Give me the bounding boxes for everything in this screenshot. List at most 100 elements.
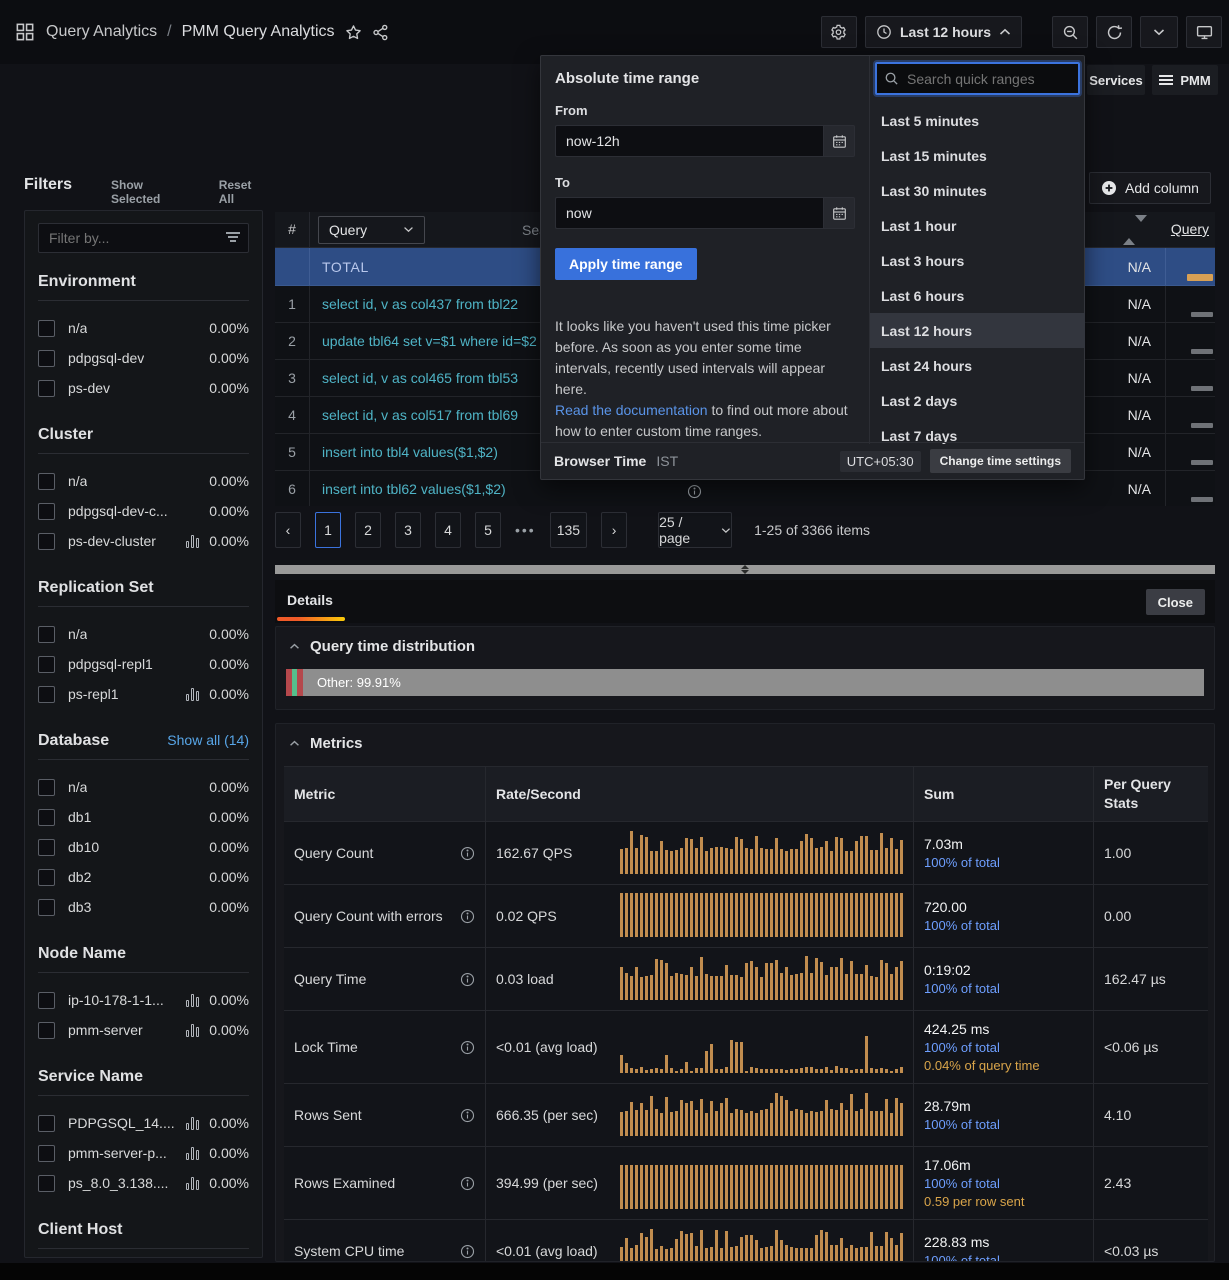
bar-chart-icon[interactable]: [186, 534, 199, 548]
filter-checkbox[interactable]: [38, 686, 55, 703]
change-time-settings-button[interactable]: Change time settings: [930, 449, 1071, 473]
utc-offset-badge: UTC+05:30: [840, 451, 921, 472]
apply-time-range-button[interactable]: Apply time range: [555, 248, 697, 280]
quick-range-option[interactable]: Last 30 minutes: [870, 173, 1085, 208]
bar-chart-icon[interactable]: [186, 1023, 199, 1037]
bar-chart-icon[interactable]: [186, 687, 199, 701]
info-icon[interactable]: [460, 1040, 475, 1055]
sort-column-icon[interactable]: [1123, 222, 1147, 238]
quick-range-option[interactable]: Last 3 hours: [870, 243, 1085, 278]
filter-checkbox[interactable]: [38, 899, 55, 916]
time-picker-popup: Absolute time range From To Apply time r…: [540, 55, 1085, 480]
percent-of-total-link[interactable]: 100% of total: [924, 1176, 1083, 1191]
info-icon[interactable]: [460, 1244, 475, 1259]
to-input[interactable]: [555, 197, 823, 229]
filter-checkbox[interactable]: [38, 992, 55, 1009]
share-icon[interactable]: [372, 24, 389, 41]
quick-range-option[interactable]: Last 24 hours: [870, 348, 1085, 383]
filter-checkbox[interactable]: [38, 779, 55, 796]
filter-checkbox[interactable]: [38, 839, 55, 856]
read-documentation-link[interactable]: Read the documentation: [555, 402, 708, 418]
quick-range-option[interactable]: Last 12 hours: [870, 313, 1085, 348]
filter-checkbox[interactable]: [38, 656, 55, 673]
info-icon[interactable]: [460, 1108, 475, 1123]
previous-page-button[interactable]: ‹: [275, 512, 301, 548]
metric-sparkline: [620, 1228, 903, 1262]
add-column-button[interactable]: Add column: [1089, 172, 1211, 204]
bar-chart-icon[interactable]: [186, 1146, 199, 1160]
quick-range-option[interactable]: Last 7 days: [870, 418, 1085, 444]
group-by-dropdown[interactable]: Query: [318, 216, 425, 244]
filter-checkbox[interactable]: [38, 1175, 55, 1192]
zoom-out-time-button[interactable]: [1052, 16, 1088, 48]
quick-range-option[interactable]: Last 1 hour: [870, 208, 1085, 243]
from-calendar-button[interactable]: [823, 125, 855, 157]
percent-of-total-link[interactable]: 100% of total: [924, 1253, 1083, 1262]
info-icon[interactable]: [460, 1176, 475, 1191]
filter-checkbox[interactable]: [38, 809, 55, 826]
quick-range-option[interactable]: Last 2 days: [870, 383, 1085, 418]
collapse-chevron-icon[interactable]: [289, 740, 300, 747]
refresh-button[interactable]: [1096, 16, 1132, 48]
filter-checkbox[interactable]: [38, 380, 55, 397]
percent-of-total-link[interactable]: 100% of total: [924, 918, 1083, 933]
percent-of-total-link[interactable]: 100% of total: [924, 1117, 1083, 1132]
query-count-column-header[interactable]: Query: [1171, 221, 1209, 237]
percent-of-total-link[interactable]: 100% of total: [924, 1040, 1083, 1055]
info-icon[interactable]: [460, 909, 475, 924]
collapse-chevron-icon[interactable]: [289, 643, 300, 650]
next-page-button[interactable]: ›: [601, 512, 627, 548]
percent-of-total-link[interactable]: 100% of total: [924, 981, 1083, 996]
show-selected-link[interactable]: Show Selected: [111, 178, 185, 206]
info-icon[interactable]: [460, 846, 475, 861]
quick-range-option[interactable]: Last 5 minutes: [870, 103, 1085, 138]
refresh-icon: [1106, 24, 1123, 41]
filter-checkbox[interactable]: [38, 533, 55, 550]
bar-chart-icon[interactable]: [186, 993, 199, 1007]
info-icon[interactable]: [460, 972, 475, 987]
page-number-button[interactable]: 5: [475, 512, 501, 548]
reset-all-link[interactable]: Reset All: [219, 178, 263, 206]
filter-option-row: PDPGSQL_14....0.00%: [38, 1108, 249, 1138]
filter-by-input[interactable]: [38, 223, 249, 253]
bar-chart-icon[interactable]: [186, 1116, 199, 1130]
quick-range-option[interactable]: Last 6 hours: [870, 278, 1085, 313]
close-details-button[interactable]: Close: [1146, 589, 1205, 615]
page-number-button[interactable]: 1: [315, 512, 341, 548]
info-icon[interactable]: [687, 484, 702, 499]
filter-checkbox[interactable]: [38, 626, 55, 643]
time-range-picker-button[interactable]: Last 12 hours: [865, 16, 1022, 48]
panel-resize-splitter[interactable]: [275, 565, 1215, 574]
last-page-button[interactable]: 135: [550, 512, 587, 548]
quick-range-option[interactable]: Last 15 minutes: [870, 138, 1085, 173]
dashboards-grid-icon[interactable]: [16, 23, 34, 41]
dashboard-settings-button[interactable]: [821, 16, 857, 48]
tv-kiosk-mode-button[interactable]: [1186, 16, 1222, 48]
percent-of-total-link[interactable]: 100% of total: [924, 855, 1083, 870]
pmm-menu-button[interactable]: PMM: [1152, 65, 1218, 95]
show-all-link[interactable]: Show all (14): [167, 732, 249, 748]
filter-checkbox[interactable]: [38, 1022, 55, 1039]
page-number-button[interactable]: 3: [395, 512, 421, 548]
metric-sum-value: 28.79m: [924, 1098, 1083, 1114]
filter-checkbox[interactable]: [38, 473, 55, 490]
page-number-button[interactable]: 4: [435, 512, 461, 548]
filter-checkbox[interactable]: [38, 320, 55, 337]
filter-checkbox[interactable]: [38, 1115, 55, 1132]
page-number-button[interactable]: 2: [355, 512, 381, 548]
filter-checkbox[interactable]: [38, 503, 55, 520]
page-size-select[interactable]: 25 / page: [658, 512, 732, 548]
from-input[interactable]: [555, 125, 823, 157]
refresh-interval-dropdown[interactable]: [1140, 16, 1178, 48]
star-favorite-icon[interactable]: [345, 24, 362, 41]
filter-checkbox[interactable]: [38, 350, 55, 367]
filter-checkbox[interactable]: [38, 1145, 55, 1162]
services-button[interactable]: Services: [1087, 65, 1145, 95]
breadcrumb-section[interactable]: Query Analytics: [46, 23, 157, 41]
search-quick-ranges-input[interactable]: [875, 62, 1080, 95]
to-calendar-button[interactable]: [823, 197, 855, 229]
query-fingerprint-link[interactable]: insert into tbl62 values($1,$2): [322, 481, 1047, 497]
details-tab[interactable]: Details: [287, 592, 333, 608]
bar-chart-icon[interactable]: [186, 1176, 199, 1190]
filter-checkbox[interactable]: [38, 869, 55, 886]
